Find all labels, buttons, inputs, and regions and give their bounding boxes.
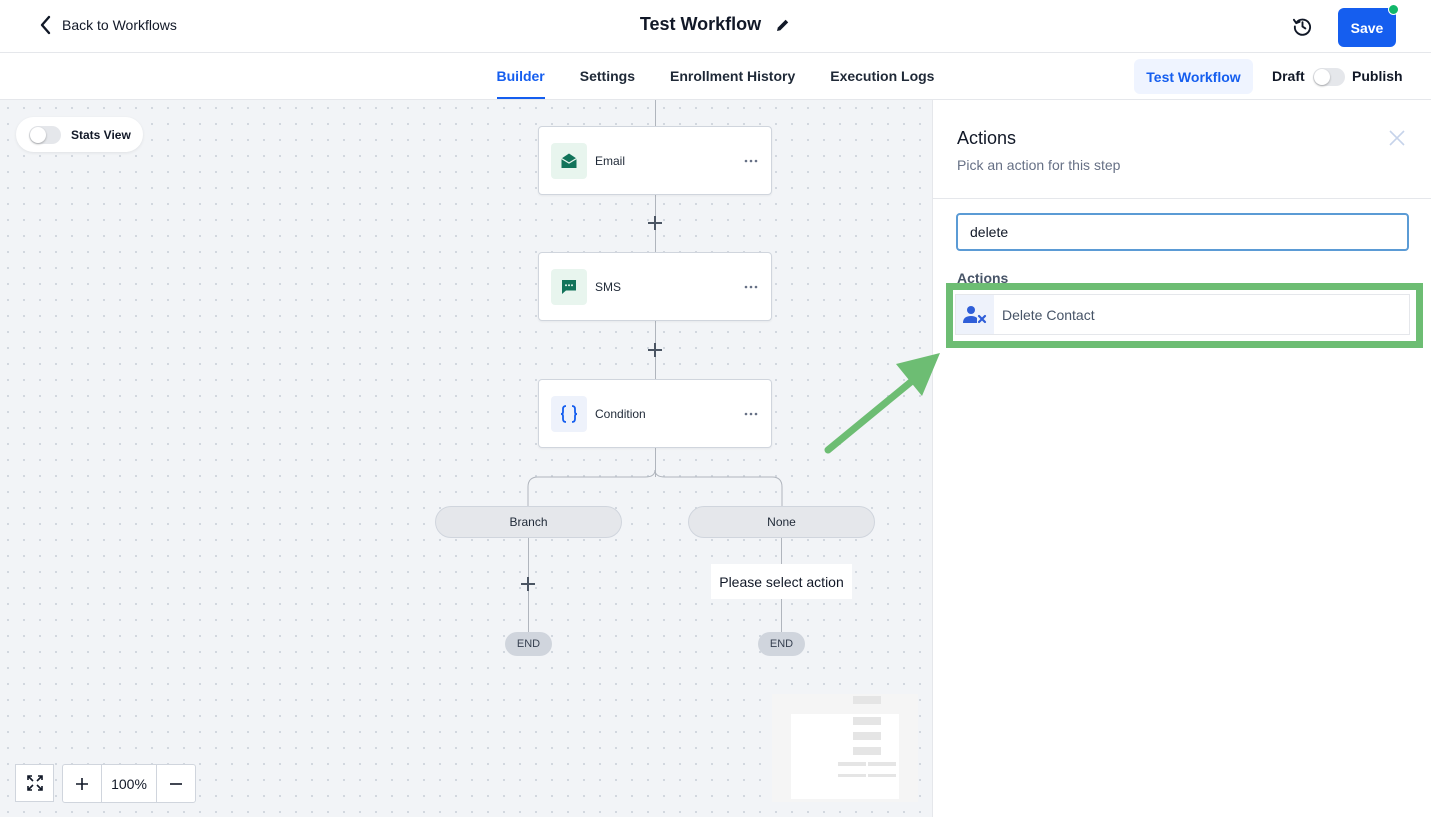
none-branch-pill[interactable]: None (688, 506, 875, 538)
condition-step-node[interactable]: Condition (538, 379, 772, 448)
end-marker: END (758, 632, 805, 656)
branch-pill[interactable]: Branch (435, 506, 622, 538)
draft-label: Draft (1272, 68, 1305, 84)
plus-icon (76, 777, 88, 790)
fit-view-button[interactable] (15, 764, 54, 802)
condition-icon (560, 405, 578, 423)
tabs-bar: Builder Settings Enrollment History Exec… (0, 53, 1431, 100)
zoom-level: 100% (101, 765, 157, 802)
tab-enrollment-history[interactable]: Enrollment History (670, 53, 795, 99)
workflow-canvas[interactable]: Stats View Email SMS Condition Branch No… (0, 100, 932, 817)
save-button[interactable]: Save (1338, 8, 1396, 47)
fullscreen-icon (26, 775, 43, 791)
unsaved-status-dot (1388, 4, 1399, 15)
minimap[interactable] (772, 694, 918, 802)
stats-view-label: Stats View (71, 127, 131, 142)
chevron-left-icon (40, 15, 51, 35)
select-action-placeholder[interactable]: Please select action (711, 564, 852, 599)
publish-label: Publish (1352, 68, 1403, 84)
end-marker: END (505, 632, 552, 656)
back-label: Back to Workflows (62, 17, 177, 33)
add-step-button[interactable] (521, 577, 535, 591)
action-search-input[interactable] (956, 213, 1409, 251)
add-step-button[interactable] (648, 343, 662, 357)
panel-subtitle: Pick an action for this step (957, 157, 1121, 173)
test-workflow-button[interactable]: Test Workflow (1134, 59, 1253, 94)
more-options-icon[interactable] (743, 153, 759, 169)
sms-icon (562, 280, 576, 294)
stats-view-control: Stats View (16, 117, 143, 152)
zoom-in-button[interactable] (63, 765, 101, 802)
workflow-title: Test Workflow (639, 14, 762, 34)
tab-settings[interactable]: Settings (580, 53, 635, 99)
close-icon[interactable] (1388, 129, 1406, 147)
action-label: Delete Contact (1002, 306, 1095, 323)
email-step-node[interactable]: Email (538, 126, 772, 195)
node-label: Email (595, 154, 626, 168)
tab-builder[interactable]: Builder (496, 53, 545, 99)
sms-step-node[interactable]: SMS (538, 252, 772, 321)
header: Back to Workflows Test Workflow Save (0, 0, 1431, 53)
minus-icon (170, 782, 182, 785)
more-options-icon[interactable] (743, 279, 759, 295)
delete-contact-action[interactable]: Delete Contact (955, 294, 1410, 335)
zoom-controls: 100% (15, 764, 196, 803)
history-icon[interactable] (1292, 16, 1313, 37)
tab-execution-logs[interactable]: Execution Logs (830, 53, 934, 99)
zoom-out-button[interactable] (157, 765, 195, 802)
stats-view-toggle[interactable] (29, 125, 61, 144)
branch-connector (527, 470, 783, 508)
node-label: Condition (595, 407, 646, 421)
email-icon (561, 153, 577, 168)
more-options-icon[interactable] (743, 406, 759, 422)
back-to-workflows-link[interactable]: Back to Workflows (38, 14, 177, 36)
panel-title: Actions (957, 128, 1017, 148)
actions-panel: Actions Pick an action for this step Act… (932, 100, 1431, 817)
node-label: SMS (595, 280, 622, 294)
publish-toggle[interactable] (1313, 68, 1345, 86)
connector-line (655, 100, 656, 126)
delete-contact-icon (963, 305, 987, 323)
pencil-icon[interactable] (775, 17, 791, 33)
add-step-button[interactable] (648, 216, 662, 230)
